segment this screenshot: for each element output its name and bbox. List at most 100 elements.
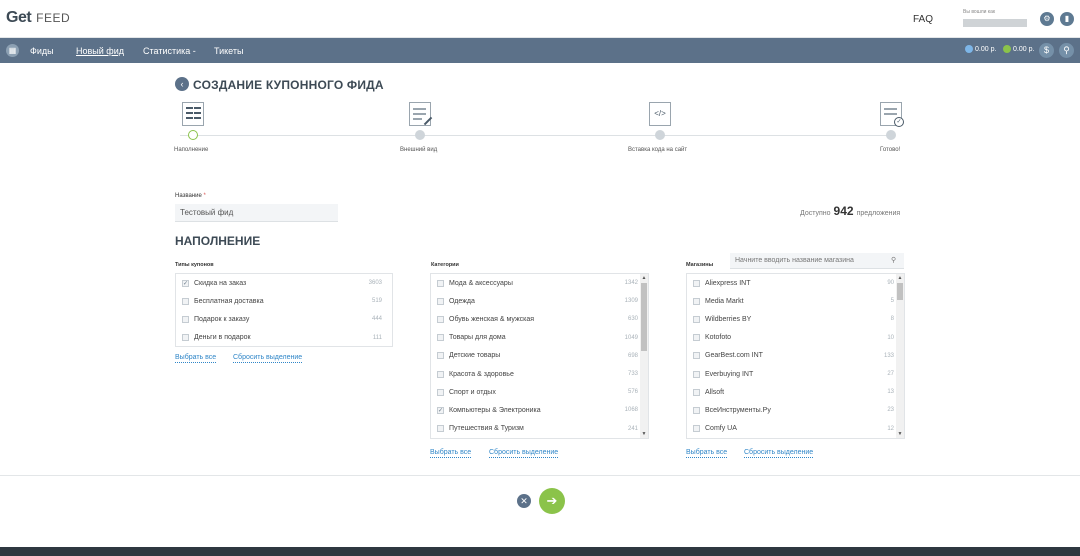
shop-search-input[interactable]: [730, 253, 904, 269]
categories-select-all-link[interactable]: Выбрать все: [430, 448, 472, 458]
step-dot: [655, 130, 665, 140]
list-item[interactable]: Мода & аксессуары 1342: [431, 274, 648, 292]
list-item[interactable]: Подарок к заказу 444: [176, 310, 392, 328]
faq-link[interactable]: FAQ: [913, 14, 933, 25]
checkbox[interactable]: [437, 279, 444, 287]
checkbox[interactable]: [693, 315, 700, 323]
coupon-select-all-link[interactable]: Выбрать все: [175, 353, 217, 363]
list-item-count: 698: [627, 352, 638, 359]
list-item[interactable]: Allsoft 13: [687, 383, 904, 401]
coupon-types-list[interactable]: ✓ Скидка на заказ 3603 Бесплатная доставка 5…: [175, 273, 393, 347]
list-item-label: ВсеИнструменты.Ру: [705, 406, 771, 414]
list-item[interactable]: Wildberries BY 8: [687, 310, 904, 328]
list-item-count: 1309: [624, 298, 638, 305]
list-item[interactable]: Обувь женская & мужская 630: [431, 310, 648, 328]
name-label: Название *: [175, 193, 206, 199]
logo[interactable]: Get FEED: [6, 9, 70, 27]
list-item[interactable]: Comfy UA 12: [687, 420, 904, 438]
checkbox[interactable]: [693, 370, 700, 378]
list-item[interactable]: Деньги в подарок 111: [176, 329, 392, 346]
checkbox[interactable]: [437, 370, 444, 378]
list-item[interactable]: Kotofoto 10: [687, 329, 904, 347]
list-item-count: 111: [372, 334, 382, 341]
logo-get: Get: [6, 9, 32, 26]
coupon-types-caption: Типы купонов: [175, 262, 214, 268]
nav-statistics[interactable]: Статистика -: [143, 46, 196, 56]
checkbox[interactable]: [693, 279, 700, 287]
list-item-count: 5: [890, 298, 894, 305]
checkbox[interactable]: [437, 297, 444, 305]
list-item-label: Скидка на заказ: [194, 279, 247, 287]
nav-feeds[interactable]: Фиды: [30, 46, 54, 56]
list-item[interactable]: Everbuying INT 27: [687, 365, 904, 383]
categories-list[interactable]: Мода & аксессуары 1342 Одежда 1309 Обувь жен…: [430, 273, 649, 439]
next-arrow-button[interactable]: ➔: [539, 488, 565, 514]
list-item[interactable]: ✓ Скидка на заказ 3603: [176, 274, 392, 292]
categories-scrollbar[interactable]: ▲ ▼: [640, 274, 648, 438]
dollar-icon[interactable]: $: [1039, 43, 1054, 58]
feed-name-input[interactable]: [175, 204, 338, 222]
settings-gear-icon[interactable]: ⚙: [1040, 12, 1054, 26]
checkbox[interactable]: [437, 388, 444, 396]
list-item[interactable]: Одежда 1309: [431, 292, 648, 310]
checkbox[interactable]: [693, 425, 700, 433]
available-suffix: предложения: [856, 210, 901, 217]
nav-new-feed[interactable]: Новый фид: [76, 46, 124, 56]
nav-tickets[interactable]: Тикеты: [214, 46, 243, 56]
shops-select-all-link[interactable]: Выбрать все: [686, 448, 728, 458]
categories-reset-link[interactable]: Сбросить выделение: [489, 448, 559, 458]
step-dot: [886, 130, 896, 140]
checkbox[interactable]: [182, 315, 189, 323]
list-item-count: 241: [627, 425, 638, 432]
search-icon[interactable]: ⚲: [891, 256, 896, 264]
list-item[interactable]: Товары для дома 1049: [431, 329, 648, 347]
back-arrow-icon[interactable]: ‹: [175, 77, 189, 91]
checkbox[interactable]: [437, 352, 444, 360]
list-item-label: Подарок к заказу: [194, 315, 250, 323]
list-item[interactable]: Путешествия & Туризм 241: [431, 420, 648, 438]
list-item-count: 23: [887, 407, 894, 414]
list-item[interactable]: Красота & здоровье 733: [431, 365, 648, 383]
coupon-reset-link[interactable]: Сбросить выделение: [233, 353, 303, 363]
shops-scrollbar[interactable]: ▲ ▼: [896, 274, 904, 438]
list-item-label: Детские товары: [449, 352, 501, 360]
list-item[interactable]: ВсеИнструменты.Ру 23: [687, 401, 904, 419]
checkbox[interactable]: [437, 334, 444, 342]
checkbox[interactable]: [693, 297, 700, 305]
user-info[interactable]: Вы вошли как: [963, 9, 1027, 27]
checkbox[interactable]: [437, 315, 444, 323]
shops-reset-link[interactable]: Сбросить выделение: [744, 448, 814, 458]
list-item-label: Спорт и отдых: [449, 388, 496, 396]
bottom-bar: [0, 547, 1080, 556]
checkbox[interactable]: [693, 334, 700, 342]
checkbox[interactable]: [693, 352, 700, 360]
shops-list[interactable]: Aliexpress INT 90 Media Markt 5 Wildberries …: [686, 273, 905, 439]
checkbox[interactable]: [182, 334, 189, 342]
available-count: 942: [833, 204, 854, 218]
checkbox-checked[interactable]: ✓: [437, 406, 444, 414]
search-icon[interactable]: ⚲: [1059, 43, 1074, 58]
list-item[interactable]: Спорт и отдых 576: [431, 383, 648, 401]
checkbox-checked[interactable]: ✓: [182, 279, 189, 287]
list-item-count: 27: [887, 371, 894, 378]
apps-grid-icon[interactable]: ▦: [6, 44, 19, 57]
list-item-label: GearBest.com INT: [705, 352, 763, 360]
list-item[interactable]: GearBest.com INT 133: [687, 347, 904, 365]
list-item-count: 630: [627, 316, 638, 323]
cancel-close-icon[interactable]: ✕: [517, 494, 531, 508]
list-item[interactable]: ✓ Компьютеры & Электроника 1068: [431, 401, 648, 419]
list-item[interactable]: Aliexpress INT 90: [687, 274, 904, 292]
list-item[interactable]: Бесплатная доставка 519: [176, 292, 392, 310]
list-item-count: 1068: [624, 407, 638, 414]
checkbox[interactable]: [693, 388, 700, 396]
list-item[interactable]: Media Markt 5: [687, 292, 904, 310]
checkbox[interactable]: [693, 406, 700, 414]
checkbox[interactable]: [437, 425, 444, 433]
checkbox[interactable]: [182, 297, 189, 305]
content-list-icon: [182, 102, 204, 126]
list-item-count: 12: [887, 425, 894, 432]
list-item-label: Kotofoto: [705, 334, 732, 342]
list-item[interactable]: Детские товары 698: [431, 347, 648, 365]
logout-icon[interactable]: ▮: [1060, 12, 1074, 26]
step-label: Готово!: [880, 147, 901, 153]
